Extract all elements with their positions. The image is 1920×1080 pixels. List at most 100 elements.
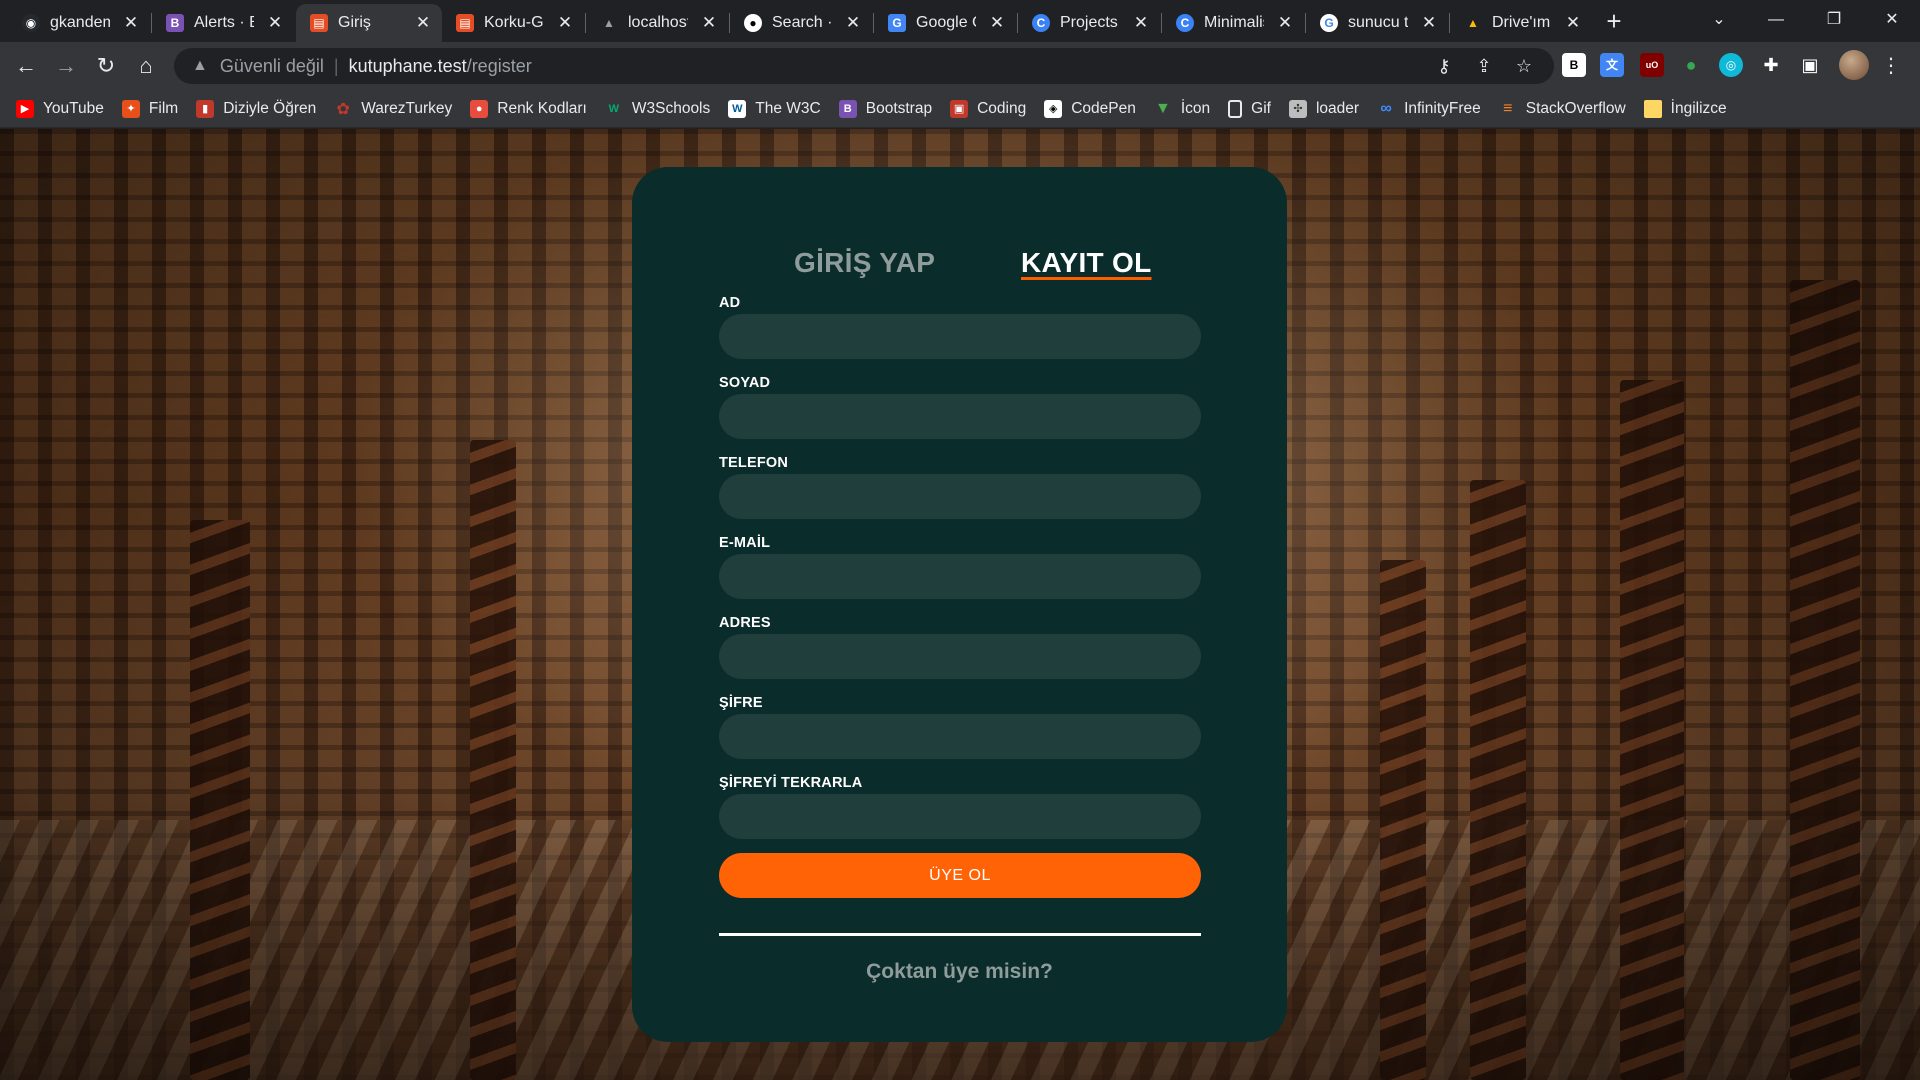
sifre-tekrar-input[interactable] (719, 794, 1201, 839)
ad-input[interactable] (719, 314, 1201, 359)
security-status[interactable]: Güvenli değil (220, 56, 324, 77)
email-input[interactable] (719, 554, 1201, 599)
browser-tab[interactable]: ● Search · f ✕ (730, 4, 872, 42)
already-member-link[interactable]: Çoktan üye misin? (632, 960, 1287, 984)
star-icon[interactable]: ☆ (1508, 48, 1540, 84)
google-translate-icon: G (888, 14, 906, 32)
close-icon[interactable]: ✕ (1276, 13, 1294, 33)
tab-register[interactable]: KAYIT OL (1021, 247, 1152, 279)
infinity-icon: ∞ (1380, 99, 1392, 117)
browser-tab[interactable]: C Projects · ✕ (1018, 4, 1160, 42)
browser-tab[interactable]: C Minimalis ✕ (1162, 4, 1304, 42)
bookmark-w3c[interactable]: W The W3C (728, 99, 821, 118)
restore-button[interactable]: ❐ (1808, 0, 1860, 40)
coding-icon: ▣ (950, 99, 969, 118)
bookmark-icon[interactable]: ▼ İcon (1154, 100, 1210, 118)
warez-icon: ✿ (336, 100, 350, 118)
bookmark-warezturkey[interactable]: ✿ WarezTurkey (334, 100, 453, 118)
tab-title: Minimalis (1204, 14, 1264, 31)
puzzle-icon[interactable]: ✚ (1759, 53, 1783, 77)
bookmark-stackoverflow[interactable]: ≡ StackOverflow (1499, 100, 1626, 118)
tab-title: Korku-Ge (484, 14, 544, 31)
ad-label: AD (719, 295, 741, 311)
bookmark-youtube[interactable]: ▶ YouTube (16, 99, 104, 118)
adres-input[interactable] (719, 634, 1201, 679)
close-icon[interactable]: ✕ (122, 13, 140, 33)
back-icon[interactable]: ← (8, 48, 44, 84)
wappalyzer-icon[interactable]: ◎ (1719, 53, 1743, 77)
browser-tab[interactable]: ▲ localhost ✕ (586, 4, 728, 42)
tab-login[interactable]: GİRİŞ YAP (794, 247, 935, 279)
browser-tab[interactable]: ▲ Drive'ım · ✕ (1450, 4, 1592, 42)
register-submit-button[interactable]: ÜYE OL (719, 853, 1201, 898)
translate-extension-icon[interactable]: 文 (1600, 53, 1624, 77)
sifre-tekrar-label: ŞİFREYİ TEKRARLA (719, 775, 863, 791)
folder-icon (1643, 99, 1662, 118)
reload-icon[interactable]: ↻ (88, 48, 124, 84)
browser-tab[interactable]: ▤ Korku-Ge ✕ (442, 4, 584, 42)
bookmark-w3schools[interactable]: W W3Schools (605, 100, 711, 118)
close-icon[interactable]: ✕ (414, 13, 432, 33)
new-tab-button[interactable]: + (1598, 6, 1630, 38)
codepen-icon: ◈ (1044, 99, 1063, 118)
bookmark-film[interactable]: ✦ Film (121, 99, 178, 118)
bookmark-coding[interactable]: ▣ Coding (950, 99, 1026, 118)
loader-icon: ✣ (1288, 99, 1307, 118)
bookmark-diziyle-ogren[interactable]: ▮ Diziyle Öğren (196, 99, 316, 118)
bookmark-codepen[interactable]: ◈ CodePen (1044, 99, 1136, 118)
minimize-button[interactable]: — (1750, 0, 1802, 40)
browser-tab-active[interactable]: ▤ Giriş ✕ (296, 4, 442, 42)
diziyle-icon: ▮ (196, 99, 215, 118)
bookmark-renk-kodlari[interactable]: ● Renk Kodları (470, 99, 587, 118)
bookmark-folder-ingilizce[interactable]: İngilizce (1643, 99, 1727, 118)
bookmark-gif[interactable]: Gif (1228, 99, 1271, 118)
tab-search-icon[interactable]: ⌄ (1693, 0, 1745, 40)
google-drive-icon: ▲ (1467, 16, 1479, 30)
page-icon: ▤ (456, 14, 474, 32)
soyad-label: SOYAD (719, 375, 771, 391)
browser-tab[interactable]: ◉ gkandem ✕ (8, 4, 150, 42)
close-window-button[interactable]: ✕ (1866, 0, 1918, 40)
browser-tab[interactable]: G sunucu ta ✕ (1306, 4, 1448, 42)
close-icon[interactable]: ✕ (988, 13, 1006, 33)
close-icon[interactable]: ✕ (1420, 13, 1438, 33)
bookmark-infinityfree[interactable]: ∞ InfinityFree (1377, 99, 1480, 118)
soyad-input[interactable] (719, 394, 1201, 439)
tab-strip: ◉ gkandem ✕ B Alerts · Bo ✕ ▤ Giriş ✕ ▤ … (0, 0, 1920, 42)
b-extension-icon[interactable]: B (1562, 53, 1586, 77)
color-extension-icon[interactable]: ● (1679, 53, 1703, 77)
home-icon[interactable]: ⌂ (128, 48, 164, 84)
sifre-input[interactable] (719, 714, 1201, 759)
key-icon[interactable]: ⚷ (1428, 48, 1460, 84)
close-icon[interactable]: ✕ (266, 13, 284, 33)
close-icon[interactable]: ✕ (1132, 13, 1150, 33)
divider (719, 933, 1201, 936)
side-panel-icon[interactable]: ▣ (1798, 53, 1822, 77)
auth-tabs: GİRİŞ YAP KAYIT OL (632, 247, 1287, 287)
browser-tab[interactable]: G Google Ç ✕ (874, 4, 1016, 42)
forward-icon[interactable]: → (48, 48, 84, 84)
page-icon: ▤ (310, 14, 328, 32)
telefon-input[interactable] (719, 474, 1201, 519)
tab-title: sunucu ta (1348, 14, 1408, 31)
close-icon[interactable]: ✕ (556, 13, 574, 33)
icon-site-icon: ▼ (1154, 99, 1171, 117)
youtube-icon: ▶ (16, 99, 34, 118)
tab-title: Drive'ım · (1492, 14, 1552, 31)
ublock-icon[interactable]: uO (1640, 53, 1664, 77)
telefon-label: TELEFON (719, 455, 789, 471)
profile-avatar[interactable] (1839, 50, 1869, 80)
sifre-label: ŞİFRE (719, 695, 763, 711)
warning-icon[interactable]: ▲ (192, 57, 208, 75)
bookmark-bootstrap[interactable]: B Bootstrap (838, 99, 932, 118)
share-icon[interactable]: ⇪ (1468, 48, 1500, 84)
address-bar[interactable]: ▲ Güvenli değil | kutuphane.test/registe… (174, 48, 1554, 84)
close-icon[interactable]: ✕ (700, 13, 718, 33)
bootstrap-icon: B (838, 99, 857, 118)
close-icon[interactable]: ✕ (1564, 13, 1582, 33)
menu-icon[interactable]: ⋮ (1876, 48, 1906, 84)
close-icon[interactable]: ✕ (844, 13, 862, 33)
url-host: kutuphane.test (348, 55, 467, 76)
browser-tab[interactable]: B Alerts · Bo ✕ (152, 4, 294, 42)
bookmark-loader[interactable]: ✣ loader (1288, 99, 1359, 118)
